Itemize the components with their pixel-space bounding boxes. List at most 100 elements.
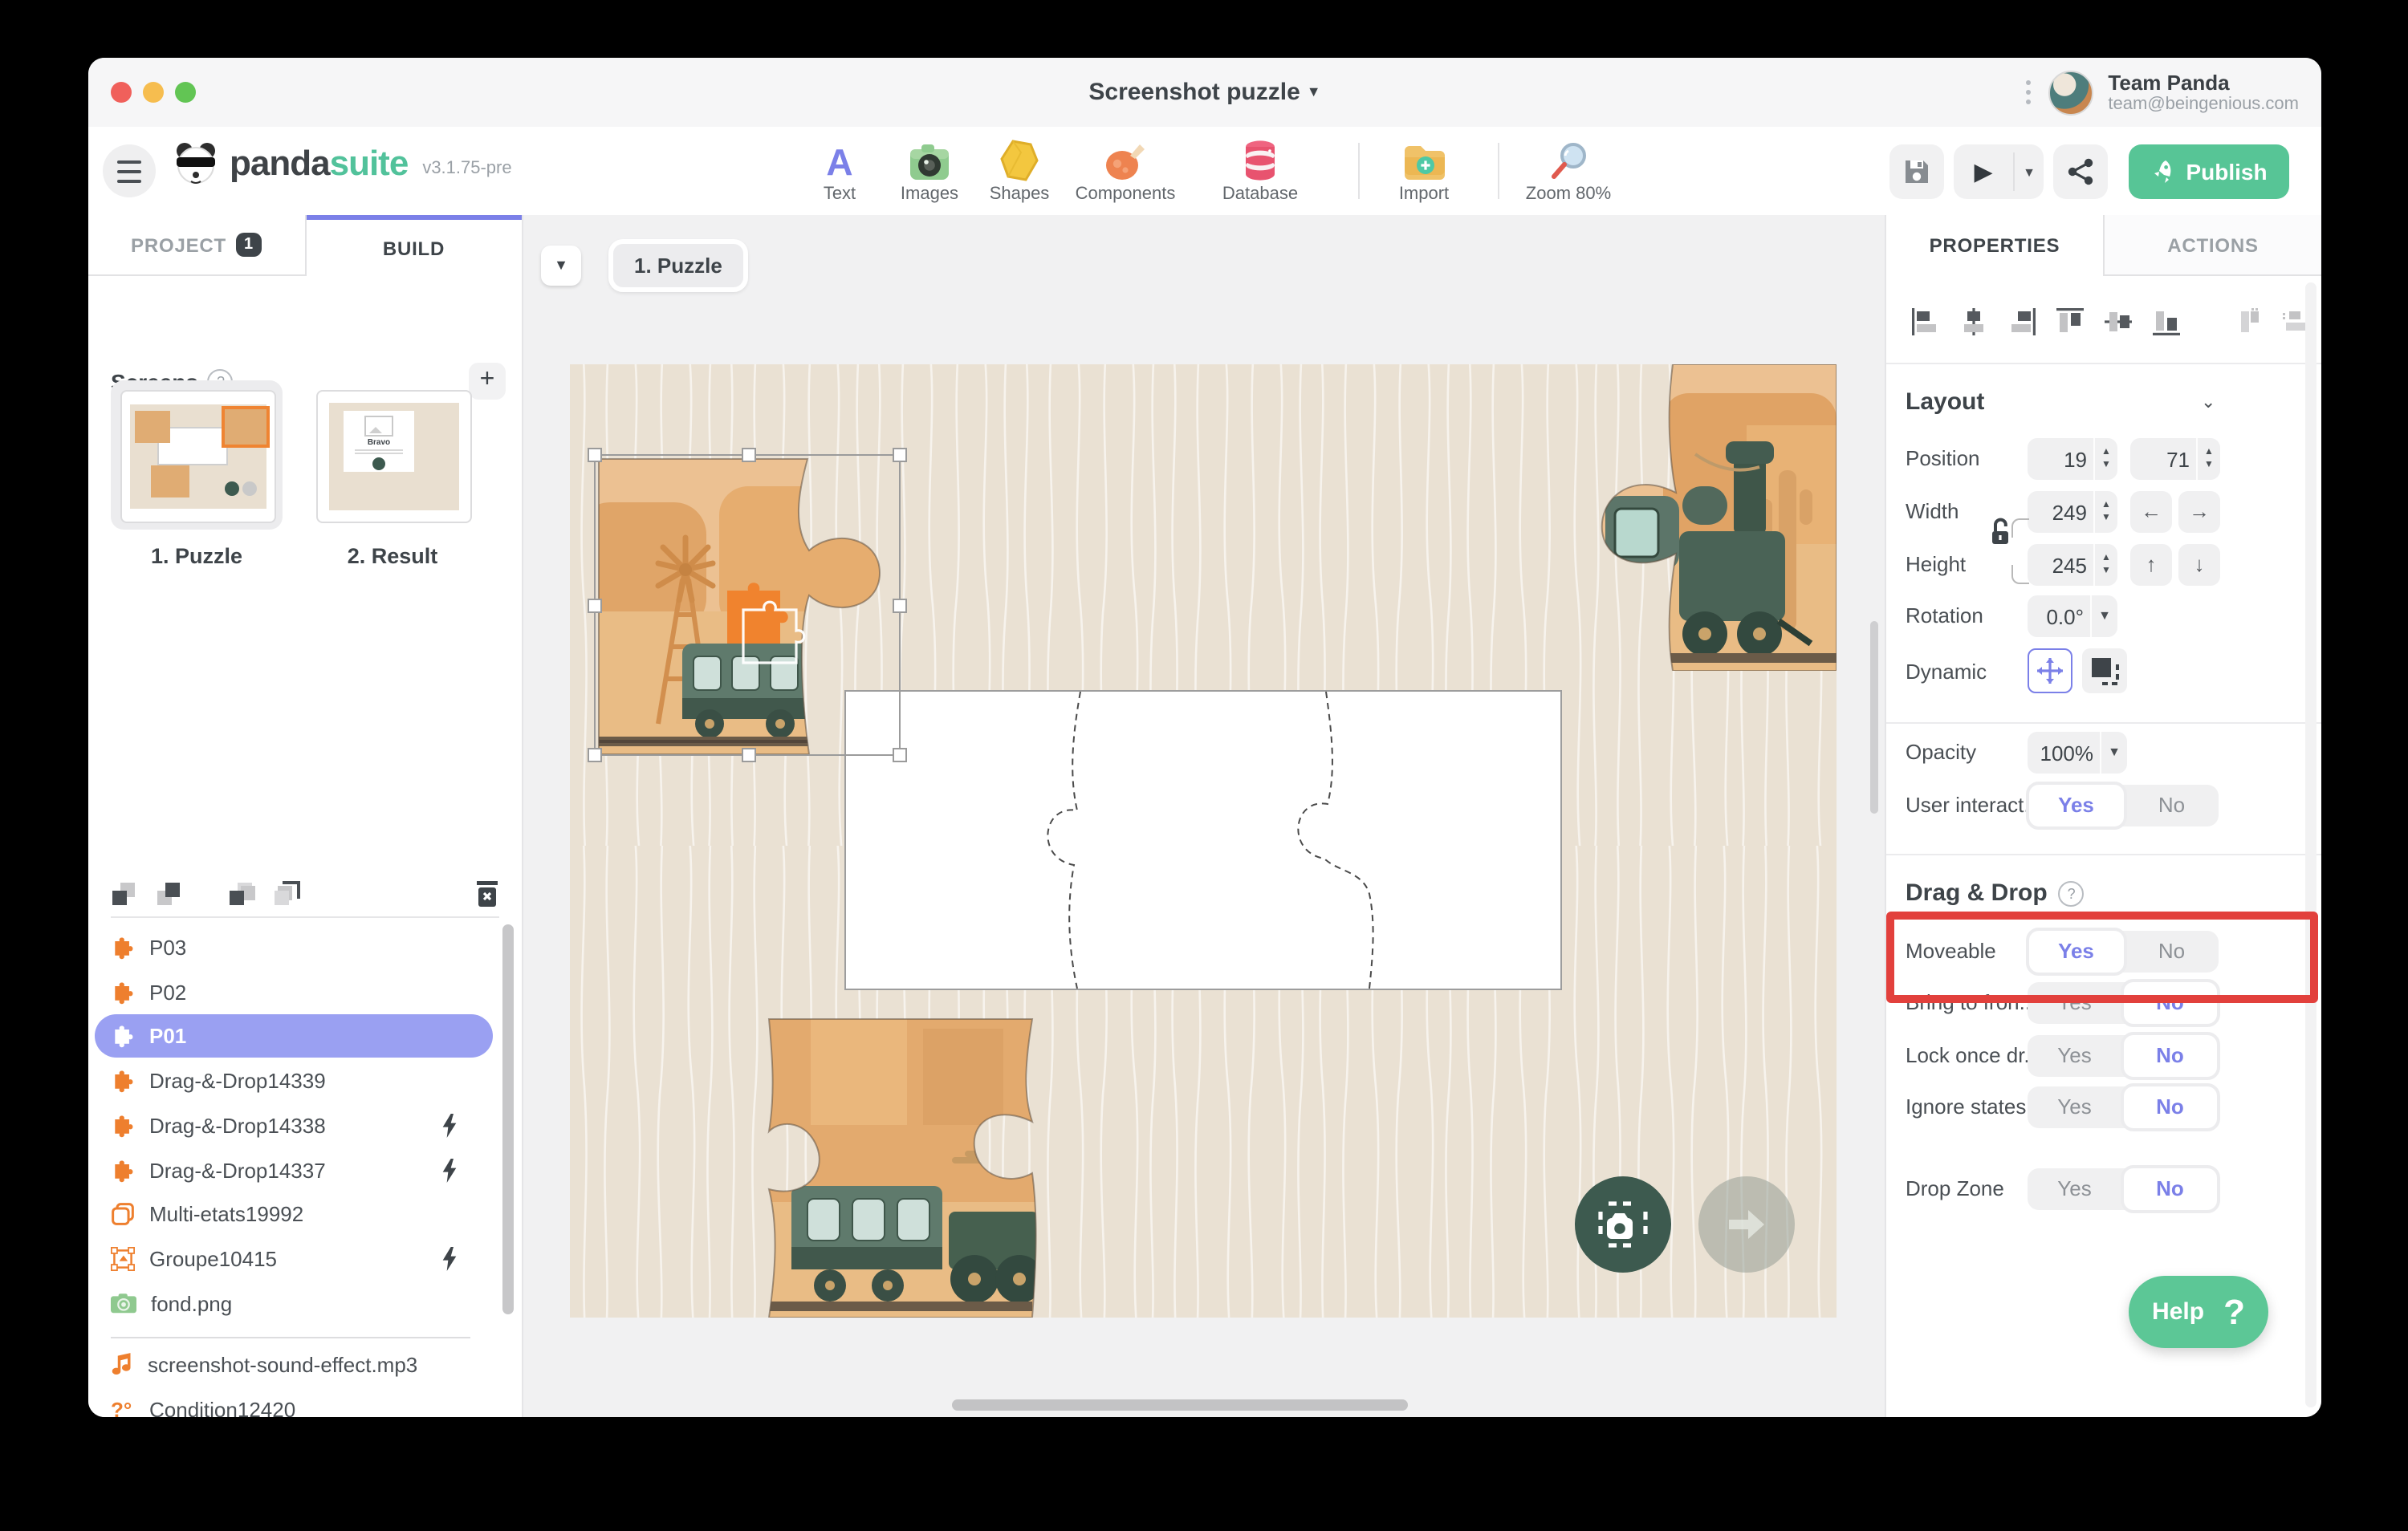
- layer-row[interactable]: ?° Condition12420: [95, 1388, 493, 1417]
- opacity-select[interactable]: 100% ▼: [2028, 732, 2127, 774]
- dragdrop-help-icon[interactable]: ?: [2059, 880, 2085, 906]
- next-arrow-button[interactable]: [1698, 1176, 1795, 1273]
- resize-handle[interactable]: [742, 748, 756, 762]
- layer-row[interactable]: Groupe10415: [95, 1237, 493, 1281]
- tool-zoom[interactable]: Zoom 80%: [1509, 138, 1628, 204]
- align-center-h-icon[interactable]: [1960, 308, 1987, 335]
- toggle-yes[interactable]: Yes: [2028, 1086, 2121, 1128]
- toggle-no[interactable]: No: [2120, 1083, 2220, 1131]
- layer-row[interactable]: P02: [95, 971, 493, 1014]
- canvas-horizontal-scrollbar[interactable]: [952, 1399, 1408, 1411]
- align-top-icon[interactable]: [2056, 308, 2084, 335]
- canvas-area[interactable]: ▼ 1. Puzzle: [523, 215, 1886, 1417]
- toggle-yes[interactable]: Yes: [2026, 782, 2126, 830]
- preview-play-button[interactable]: ▶ ▼: [1954, 144, 2044, 199]
- toggle-no[interactable]: No: [2125, 931, 2219, 973]
- screen-thumbnail-result[interactable]: Bravo: [307, 380, 478, 530]
- properties-scrollbar[interactable]: [2305, 282, 2316, 1407]
- width-input[interactable]: 249 ▲▼: [2028, 491, 2117, 533]
- toggle-yes[interactable]: Yes: [2028, 1035, 2121, 1077]
- aspect-lock-icon[interactable]: [1989, 517, 2011, 546]
- nudge-right-button[interactable]: →: [2178, 491, 2220, 533]
- selection-bounding-box[interactable]: [594, 454, 901, 756]
- stepper-icon[interactable]: ▲▼: [2093, 491, 2117, 533]
- nudge-up-button[interactable]: ↑: [2130, 544, 2172, 586]
- tool-database[interactable]: Database: [1201, 138, 1320, 204]
- layer-row[interactable]: Drag-&-Drop14338: [95, 1104, 493, 1147]
- layer-row[interactable]: Multi-etats19992: [95, 1192, 493, 1236]
- dynamic-resize-button[interactable]: [2082, 648, 2127, 693]
- tool-components[interactable]: Components: [1066, 138, 1185, 204]
- stepper-icon[interactable]: ▲▼: [2093, 544, 2117, 586]
- layer-row[interactable]: fond.png: [95, 1282, 493, 1326]
- account-menu[interactable]: Team Panda team@beingenious.com: [2026, 58, 2299, 127]
- play-options-caret-icon[interactable]: ▼: [2015, 164, 2044, 179]
- screenshot-camera-button[interactable]: [1575, 1176, 1671, 1273]
- sidebar-scrollbar[interactable]: [502, 924, 514, 1314]
- resize-handle[interactable]: [893, 448, 907, 462]
- height-input[interactable]: 245 ▲▼: [2028, 544, 2117, 586]
- puzzle-piece-wagon[interactable]: [763, 1013, 1039, 1318]
- resize-handle[interactable]: [588, 748, 602, 762]
- avatar[interactable]: [2048, 70, 2093, 115]
- publish-button[interactable]: Publish: [2129, 144, 2289, 199]
- puzzle-piece-engine[interactable]: [1599, 364, 1837, 671]
- resize-handle[interactable]: [742, 448, 756, 462]
- dynamic-move-button[interactable]: [2028, 648, 2072, 693]
- drop-zone-toggle[interactable]: Yes No: [2028, 1168, 2219, 1210]
- kebab-menu-icon[interactable]: [2026, 80, 2031, 104]
- align-right-icon[interactable]: [2008, 308, 2036, 335]
- user-interaction-toggle[interactable]: Yes No: [2028, 785, 2219, 826]
- nudge-down-button[interactable]: ↓: [2178, 544, 2220, 586]
- bring-forward-icon[interactable]: [111, 881, 138, 907]
- tab-actions[interactable]: ACTIONS: [2103, 215, 2321, 276]
- canvas-screen-tab[interactable]: 1. Puzzle: [608, 239, 748, 292]
- resize-handle[interactable]: [588, 448, 602, 462]
- help-button[interactable]: Help ?: [2129, 1276, 2268, 1348]
- canvas-vertical-scrollbar[interactable]: [1870, 621, 1878, 814]
- layer-row[interactable]: screenshot-sound-effect.mp3: [95, 1343, 493, 1387]
- send-backward-icon[interactable]: [228, 881, 255, 907]
- send-to-back-icon[interactable]: [273, 881, 300, 907]
- save-button[interactable]: [1889, 144, 1944, 199]
- resize-handle[interactable]: [588, 599, 602, 613]
- tool-import[interactable]: Import: [1365, 138, 1483, 204]
- toggle-yes[interactable]: Yes: [2028, 982, 2121, 1024]
- toggle-no[interactable]: No: [2120, 979, 2220, 1027]
- layout-section-heading[interactable]: Layout: [1906, 388, 1984, 416]
- puzzle-drop-zone[interactable]: [844, 690, 1562, 990]
- layer-row-selected[interactable]: P01: [95, 1014, 493, 1058]
- resize-handle[interactable]: [893, 748, 907, 762]
- bring-to-front-icon[interactable]: [156, 881, 183, 907]
- toggle-no[interactable]: No: [2120, 1032, 2220, 1080]
- layer-row[interactable]: Drag-&-Drop14337: [95, 1149, 493, 1192]
- position-y-input[interactable]: 71 ▲▼: [2130, 438, 2220, 480]
- layer-row[interactable]: P03: [95, 926, 493, 969]
- screen-switcher-caret[interactable]: ▼: [541, 246, 581, 286]
- nudge-left-button[interactable]: ←: [2130, 491, 2172, 533]
- tab-build[interactable]: BUILD: [306, 215, 522, 276]
- position-x-input[interactable]: 19 ▲▼: [2028, 438, 2117, 480]
- stepper-icon[interactable]: ▲▼: [2093, 438, 2117, 480]
- puzzle-background[interactable]: [570, 364, 1837, 1318]
- resize-handle[interactable]: [893, 599, 907, 613]
- project-title-menu[interactable]: Screenshot puzzle▼: [88, 58, 2321, 127]
- stepper-icon[interactable]: ▲▼: [2196, 438, 2220, 480]
- align-bottom-icon[interactable]: [2153, 308, 2180, 335]
- align-middle-v-icon[interactable]: [2105, 308, 2132, 335]
- screen-thumbnail-puzzle[interactable]: [111, 380, 283, 530]
- lock-once-dropped-toggle[interactable]: Yes No: [2028, 1035, 2219, 1077]
- align-left-icon[interactable]: [1912, 308, 1939, 335]
- toggle-no[interactable]: No: [2120, 1165, 2220, 1213]
- tab-project[interactable]: PROJECT 1: [88, 215, 306, 276]
- toggle-no[interactable]: No: [2125, 785, 2219, 826]
- ignore-states-toggle[interactable]: Yes No: [2028, 1086, 2219, 1128]
- toggle-yes[interactable]: Yes: [2028, 1168, 2121, 1210]
- delete-layer-icon[interactable]: [475, 880, 499, 908]
- distribute-h-icon[interactable]: [2235, 308, 2262, 335]
- bring-to-front-toggle[interactable]: Yes No: [2028, 982, 2219, 1024]
- layer-row[interactable]: Drag-&-Drop14339: [95, 1059, 493, 1103]
- tab-properties[interactable]: PROPERTIES: [1886, 215, 2103, 276]
- collapse-layout-chevron-icon[interactable]: ⌄: [2201, 392, 2215, 412]
- rotation-select[interactable]: 0.0° ▼: [2028, 595, 2117, 637]
